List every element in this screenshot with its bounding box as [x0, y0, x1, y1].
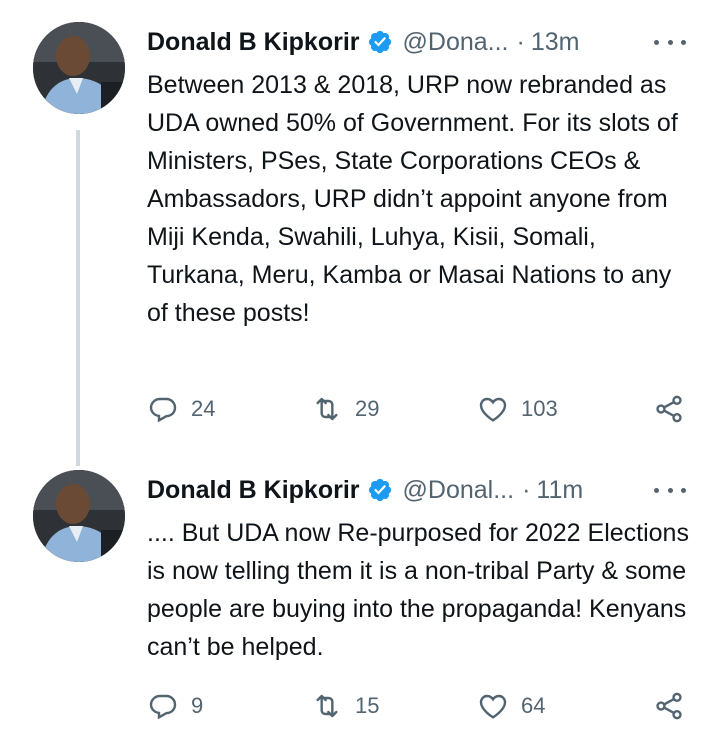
tweet-header: Donald B Kipkorir @Dona... · 13m: [147, 24, 579, 60]
author-handle[interactable]: @Dona...: [403, 28, 509, 57]
timestamp[interactable]: 13m: [531, 28, 580, 57]
tweet-1[interactable]: Donald B Kipkorir @Dona... · 13m Between…: [0, 0, 720, 460]
reply-count: 24: [191, 396, 216, 421]
retweet-icon: [316, 694, 338, 718]
retweet-count: 29: [355, 396, 380, 421]
timestamp[interactable]: 11m: [536, 476, 583, 505]
separator-dot: ·: [522, 475, 531, 504]
more-options-icon[interactable]: [654, 480, 686, 500]
retweet-icon: [316, 397, 338, 421]
reply-icon: [149, 694, 177, 720]
avatar-image: [33, 470, 125, 562]
reply-button[interactable]: 24: [147, 392, 215, 426]
like-button[interactable]: 64: [477, 689, 545, 723]
author-name[interactable]: Donald B Kipkorir: [147, 28, 360, 57]
avatar[interactable]: [33, 22, 125, 114]
avatar[interactable]: [33, 470, 125, 562]
action-bar: 24 29 103: [147, 392, 692, 426]
tweet-text: Between 2013 & 2018, URP now rebranded a…: [147, 71, 678, 327]
more-options-icon[interactable]: [654, 32, 686, 52]
action-bar: 9 15 64: [147, 689, 692, 723]
heart-icon: [479, 694, 507, 719]
retweet-count: 15: [355, 693, 380, 718]
tweet-2[interactable]: Donald B Kipkorir @Donal... · 11m .... B…: [0, 460, 720, 741]
tweet-text: .... But UDA now Re-purposed for 2022 El…: [147, 519, 689, 661]
share-button[interactable]: [653, 392, 685, 426]
verified-badge-icon: [368, 478, 391, 502]
author-handle[interactable]: @Donal...: [403, 476, 515, 505]
author-name[interactable]: Donald B Kipkorir: [147, 476, 360, 505]
share-icon: [656, 692, 682, 720]
reply-button[interactable]: 9: [147, 689, 203, 723]
retweet-button[interactable]: 15: [311, 689, 379, 723]
tweet-header: Donald B Kipkorir @Donal... · 11m: [147, 472, 583, 508]
reply-count: 9: [191, 693, 204, 718]
like-count: 64: [521, 693, 546, 718]
avatar-image: [33, 22, 125, 114]
verified-badge-icon: [368, 30, 391, 54]
reply-icon: [149, 397, 177, 423]
like-button[interactable]: 103: [477, 392, 558, 426]
separator-dot: ·: [516, 27, 525, 56]
share-icon: [656, 395, 682, 423]
share-button[interactable]: [653, 689, 685, 723]
heart-icon: [479, 397, 507, 422]
like-count: 103: [521, 396, 558, 421]
retweet-button[interactable]: 29: [311, 392, 379, 426]
